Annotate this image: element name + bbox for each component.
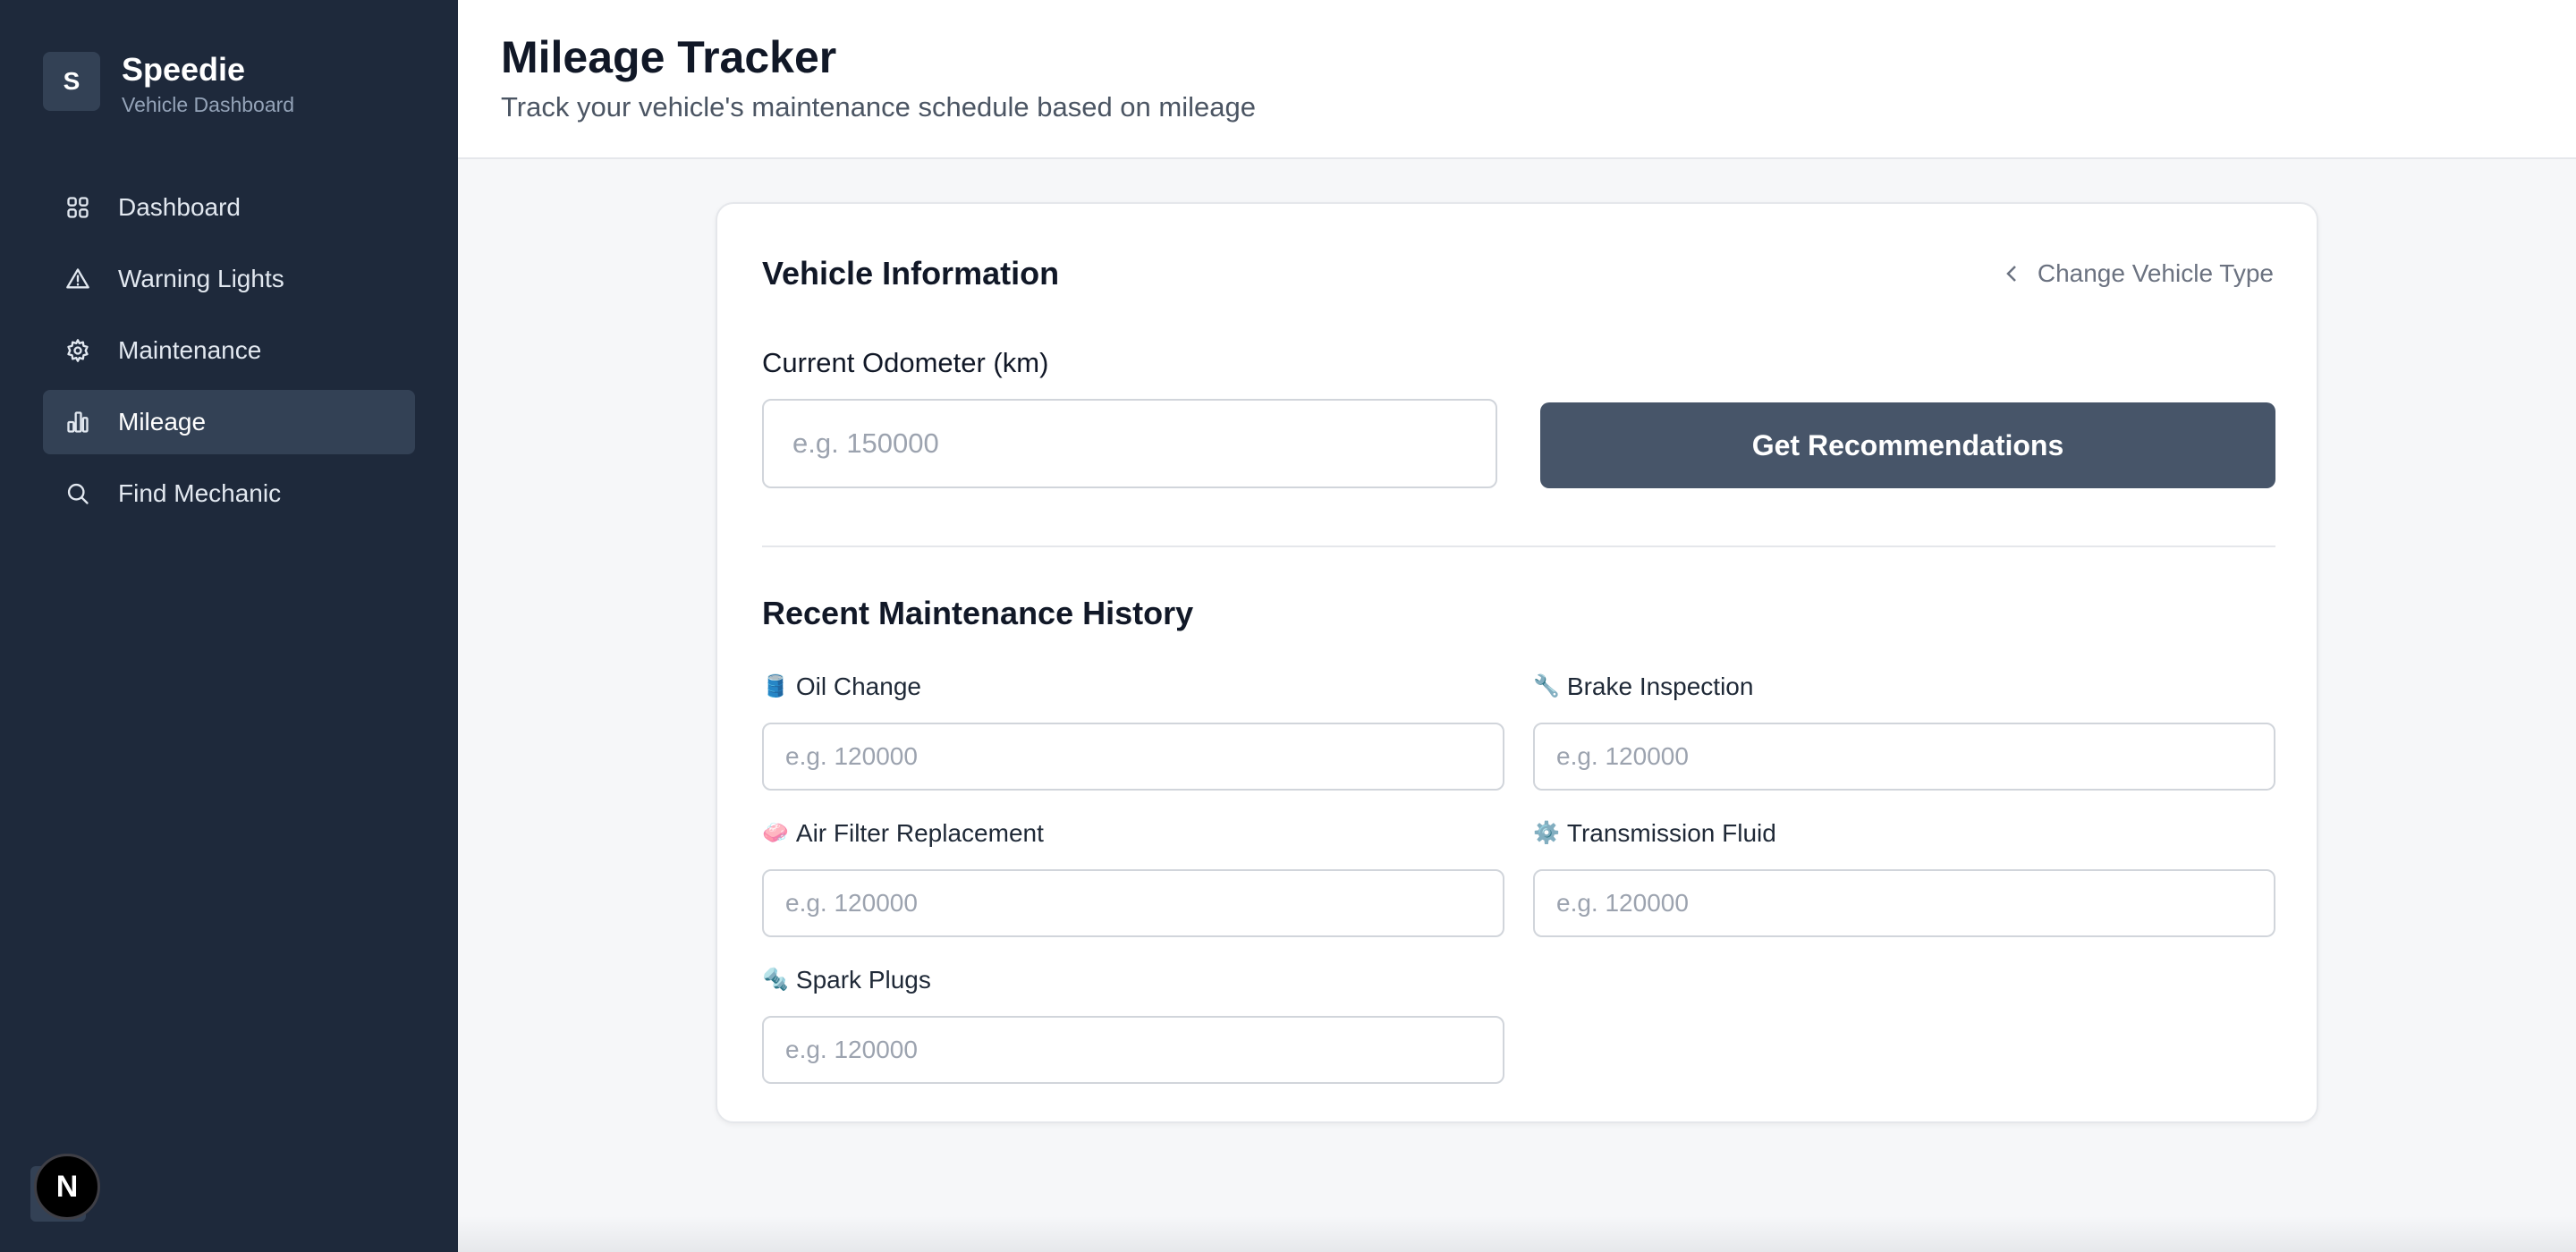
vehicle-info-card: Vehicle Information Change Vehicle Type …: [716, 202, 2318, 1123]
bottom-shadow: [458, 1216, 2576, 1252]
brake-inspection-label-text: Brake Inspection: [1566, 673, 1754, 700]
oil-drum-icon: 🛢️: [762, 674, 789, 698]
transmission-fluid-input[interactable]: [1533, 869, 2275, 937]
air-filter-field: 🧼 Air Filter Replacement: [762, 817, 1504, 937]
gear-icon: ⚙️: [1533, 821, 1560, 845]
oil-change-label-text: Oil Change: [795, 673, 921, 700]
sidebar-nav: Dashboard Warning Lights Maintenance Mil…: [43, 175, 415, 533]
brake-inspection-input[interactable]: [1533, 723, 2275, 791]
sidebar-item-label: Maintenance: [118, 336, 262, 364]
spark-plugs-input[interactable]: [762, 1016, 1504, 1084]
transmission-fluid-label-text: Transmission Fluid: [1566, 819, 1776, 847]
brake-inspection-field: 🔧 Brake Inspection: [1533, 671, 2275, 791]
sidebar-item-dashboard[interactable]: Dashboard: [43, 175, 415, 240]
sidebar-item-warning-lights[interactable]: Warning Lights: [43, 247, 415, 311]
brand[interactable]: S Speedie Vehicle Dashboard: [43, 52, 294, 118]
oil-change-field: 🛢️ Oil Change: [762, 671, 1504, 791]
spark-plugs-label-text: Spark Plugs: [795, 966, 931, 994]
bolt-icon: 🔩: [762, 968, 789, 992]
oil-change-label: 🛢️ Oil Change: [762, 671, 1504, 703]
n-badge-button[interactable]: N: [34, 1154, 100, 1220]
brand-subtitle: Vehicle Dashboard: [122, 93, 295, 116]
change-vehicle-type-label: Change Vehicle Type: [2037, 259, 2274, 287]
air-filter-label-text: Air Filter Replacement: [795, 819, 1044, 847]
sidebar-item-find-mechanic[interactable]: Find Mechanic: [43, 461, 415, 526]
air-filter-label: 🧼 Air Filter Replacement: [762, 817, 1504, 850]
oil-change-input[interactable]: [762, 723, 1504, 791]
transmission-fluid-field: ⚙️ Transmission Fluid: [1533, 817, 2275, 937]
divider: [762, 546, 2275, 547]
vehicle-info-title: Vehicle Information: [762, 255, 1060, 292]
sidebar-item-mileage[interactable]: Mileage: [43, 390, 415, 454]
change-vehicle-type-button[interactable]: Change Vehicle Type: [2002, 258, 2274, 290]
brand-logo: S: [43, 52, 100, 111]
get-recommendations-button[interactable]: Get Recommendations: [1540, 402, 2275, 488]
air-filter-input[interactable]: [762, 869, 1504, 937]
brand-text: Speedie Vehicle Dashboard: [122, 52, 294, 118]
sidebar-item-label: Find Mechanic: [118, 479, 282, 507]
grid-icon: [64, 194, 91, 221]
bar-chart-icon: [64, 409, 91, 436]
sidebar: S Speedie Vehicle Dashboard Dashboard Wa…: [0, 0, 458, 1252]
chevron-left-icon: [2006, 266, 2016, 282]
sidebar-item-label: Dashboard: [118, 193, 241, 221]
page-header: Mileage Tracker Track your vehicle's mai…: [458, 0, 2576, 159]
warning-triangle-icon: [64, 266, 91, 292]
spark-plugs-label: 🔩 Spark Plugs: [762, 964, 1504, 996]
page-subtitle: Track your vehicle's maintenance schedul…: [501, 91, 1256, 123]
search-icon: [64, 480, 91, 507]
sidebar-item-label: Warning Lights: [118, 265, 284, 292]
soap-icon: 🧼: [762, 821, 789, 845]
brake-inspection-label: 🔧 Brake Inspection: [1533, 671, 2275, 703]
maintenance-history-title: Recent Maintenance History: [762, 595, 1194, 631]
page-title: Mileage Tracker: [501, 32, 837, 82]
wrench-icon: 🔧: [1533, 674, 1560, 698]
odometer-input[interactable]: [762, 399, 1497, 488]
odometer-label: Current Odometer (km): [762, 347, 1049, 378]
spark-plugs-field: 🔩 Spark Plugs: [762, 964, 1504, 1084]
sidebar-item-maintenance[interactable]: Maintenance: [43, 318, 415, 383]
sidebar-item-label: Mileage: [118, 408, 207, 436]
transmission-fluid-label: ⚙️ Transmission Fluid: [1533, 817, 2275, 850]
brand-name: Speedie: [122, 51, 246, 88]
gear-icon: [64, 337, 91, 364]
